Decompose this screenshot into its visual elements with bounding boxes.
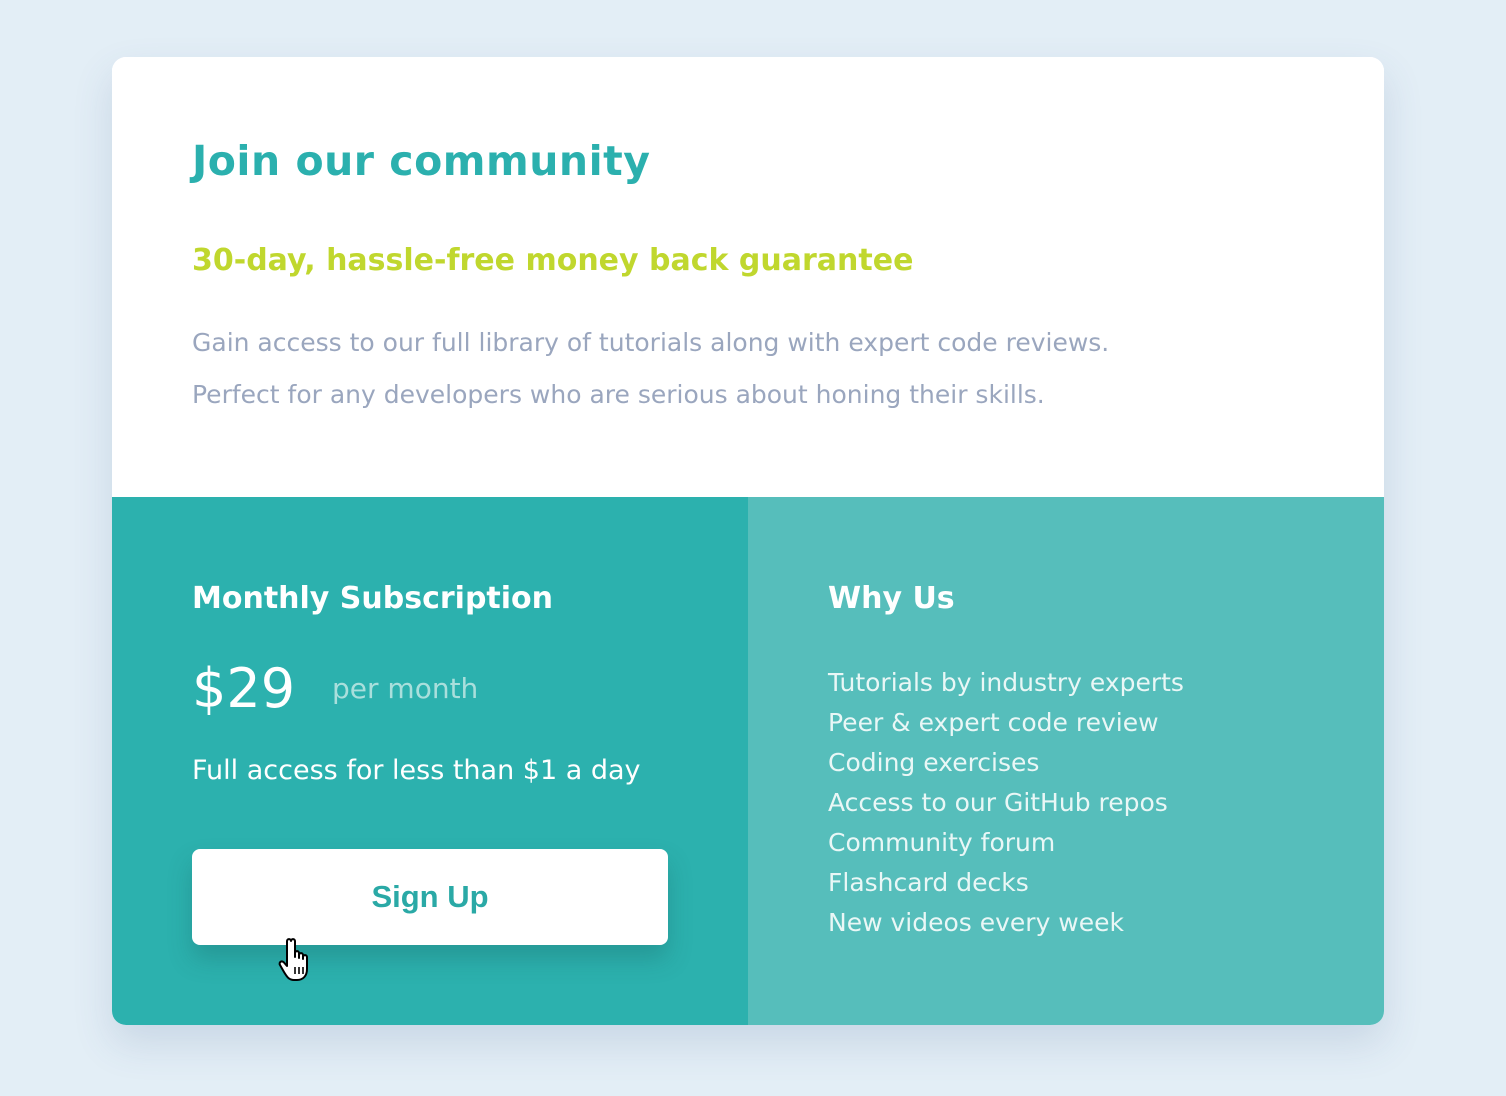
why-us-item: Access to our GitHub repos xyxy=(828,788,1168,817)
why-us-title: Why Us xyxy=(828,581,955,616)
why-us-item: Flashcard decks xyxy=(828,868,1029,897)
why-us-item: New videos every week xyxy=(828,908,1124,937)
why-us-item: Peer & expert code review xyxy=(828,708,1159,737)
why-us-panel: Why Us Tutorials by industry experts Pee… xyxy=(748,497,1384,1025)
why-us-item: Tutorials by industry experts xyxy=(828,668,1184,697)
guarantee-subtitle: 30-day, hassle-free money back guarantee xyxy=(192,243,914,278)
card-header-section: Join our community 30-day, hassle-free m… xyxy=(112,57,1384,497)
why-us-item: Community forum xyxy=(828,828,1056,857)
price-amount: $29 xyxy=(192,657,296,720)
subscription-title: Monthly Subscription xyxy=(192,581,554,616)
page-title: Join our community xyxy=(192,137,651,185)
subscription-note: Full access for less than $1 a day xyxy=(192,755,641,786)
hand-pointer-cursor-icon xyxy=(278,938,308,981)
description-line: Gain access to our full library of tutor… xyxy=(192,328,1110,357)
why-us-list: Tutorials by industry experts Peer & exp… xyxy=(828,663,1184,943)
description-text: Gain access to our full library of tutor… xyxy=(192,317,1312,421)
price-period: per month xyxy=(332,672,479,705)
community-card: Join our community 30-day, hassle-free m… xyxy=(112,57,1384,1025)
description-line: Perfect for any developers who are serio… xyxy=(192,380,1045,409)
subscription-panel: Monthly Subscription $29 per month Full … xyxy=(112,497,748,1025)
sign-up-button[interactable]: Sign Up xyxy=(192,849,668,945)
why-us-item: Coding exercises xyxy=(828,748,1040,777)
